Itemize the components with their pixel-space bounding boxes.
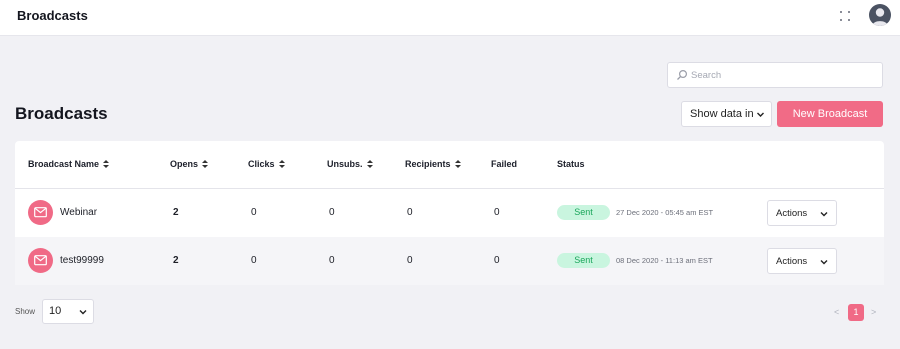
page-size-value: 10 — [49, 305, 62, 317]
page-size-select[interactable]: 10 — [42, 299, 94, 324]
search-box[interactable] — [667, 62, 883, 88]
column-header-name[interactable]: Broadcast Name — [28, 159, 110, 169]
actions-dropdown[interactable]: Actions — [767, 248, 837, 274]
mail-icon — [28, 248, 53, 273]
chevron-down-icon — [79, 310, 87, 315]
table-row[interactable]: Webinar 2 0 0 0 0 Sent 27 Dec 2020 - 05:… — [15, 189, 884, 237]
column-header-opens[interactable]: Opens — [170, 159, 209, 169]
mail-icon — [28, 200, 53, 225]
sort-icon — [454, 160, 461, 168]
broadcasts-table: Broadcast Name Opens Clicks Unsubs. Reci… — [15, 141, 884, 285]
pagination-prev[interactable]: < — [834, 307, 839, 317]
failed-value: 0 — [494, 207, 500, 218]
column-header-unsubs[interactable]: Unsubs. — [327, 159, 373, 169]
actions-label: Actions — [776, 208, 808, 219]
column-header-failed: Failed — [491, 159, 518, 169]
unsubs-value: 0 — [329, 255, 335, 266]
column-header-status: Status — [557, 159, 585, 169]
recipients-value: 0 — [407, 255, 413, 266]
column-header-clicks[interactable]: Clicks — [248, 159, 285, 169]
search-icon — [677, 69, 688, 80]
pagination-next[interactable]: > — [871, 307, 876, 317]
chevron-down-icon — [757, 112, 764, 117]
sort-icon — [202, 160, 209, 168]
sort-icon — [103, 160, 110, 168]
search-input[interactable] — [691, 67, 876, 83]
unsubs-value: 0 — [329, 207, 335, 218]
sort-icon — [278, 160, 285, 168]
actions-label: Actions — [776, 256, 808, 267]
chevron-down-icon — [820, 212, 828, 217]
sent-date: 27 Dec 2020 - 05:45 am EST — [616, 208, 714, 217]
failed-value: 0 — [494, 255, 500, 266]
opens-value: 2 — [173, 255, 179, 266]
sent-date: 08 Dec 2020 - 11:13 am EST — [616, 256, 713, 265]
pagination-current-page[interactable]: 1 — [848, 304, 864, 321]
broadcast-name[interactable]: test99999 — [60, 255, 104, 266]
clicks-value: 0 — [251, 255, 257, 266]
status-badge: Sent — [557, 205, 610, 220]
app-title: Broadcasts — [17, 8, 88, 23]
status-badge: Sent — [557, 253, 610, 268]
show-data-label: Show data in — [690, 108, 754, 120]
chevron-down-icon — [820, 260, 828, 265]
sort-icon — [366, 160, 373, 168]
page-title: Broadcasts — [15, 104, 108, 123]
actions-dropdown[interactable]: Actions — [767, 200, 837, 226]
avatar[interactable] — [869, 4, 891, 26]
show-data-dropdown[interactable]: Show data in — [681, 101, 772, 127]
opens-value: 2 — [173, 207, 179, 218]
column-header-recipients[interactable]: Recipients — [405, 159, 461, 169]
broadcast-name[interactable]: Webinar — [60, 207, 97, 218]
expand-icon[interactable] — [839, 10, 851, 22]
table-row[interactable]: test99999 2 0 0 0 0 Sent 08 Dec 2020 - 1… — [15, 237, 884, 285]
show-label: Show — [15, 307, 36, 316]
top-bar: Broadcasts — [0, 0, 900, 36]
recipients-value: 0 — [407, 207, 413, 218]
new-broadcast-button[interactable]: New Broadcast — [777, 101, 883, 127]
clicks-value: 0 — [251, 207, 257, 218]
